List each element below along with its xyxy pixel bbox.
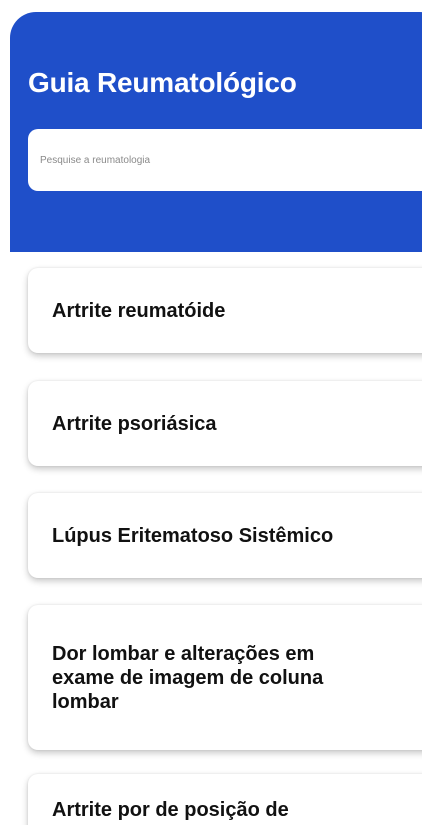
topic-label: Artrite por de posição de	[52, 799, 289, 821]
topic-card-lupus[interactable]: Lúpus Eritematoso Sistêmico	[28, 493, 422, 578]
topic-list: Artrite reumatóide Artrite psoriásica Lú…	[0, 0, 422, 825]
app-screen: Guia Reumatológico Artrite reumatóide Ar…	[0, 0, 422, 825]
topic-card-artrite-psoriasica[interactable]: Artrite psoriásica	[28, 381, 422, 466]
topic-card-artrite-deposicao[interactable]: Artrite por de posição de	[28, 774, 422, 825]
topic-label: Artrite reumatóide	[52, 299, 226, 322]
topic-card-dor-lombar[interactable]: Dor lombar e alterações em exame de imag…	[28, 605, 422, 750]
topic-label: Dor lombar e alterações em exame de imag…	[52, 642, 324, 713]
topic-label: Lúpus Eritematoso Sistêmico	[52, 524, 334, 547]
topic-card-artrite-reumatoide[interactable]: Artrite reumatóide	[28, 268, 422, 353]
topic-label: Artrite psoriásica	[52, 412, 217, 435]
